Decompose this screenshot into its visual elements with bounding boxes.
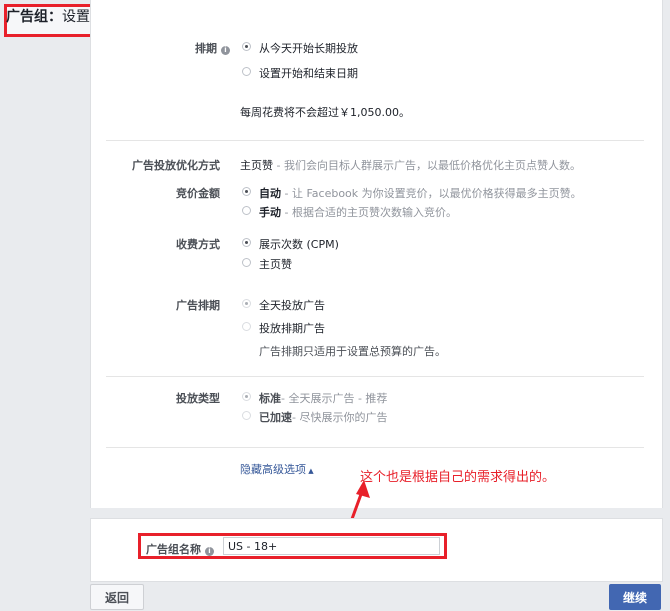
charge-cpm-label[interactable]: 展示次数 (CPM) (259, 236, 339, 252)
optimization-label: 广告投放优化方式 (132, 159, 220, 172)
section-divider (106, 376, 644, 377)
caret-up-icon: ▲ (306, 467, 314, 475)
bid-auto-radio[interactable] (242, 187, 251, 196)
info-icon[interactable]: i (221, 46, 230, 55)
charge-cpm-radio[interactable] (242, 238, 251, 247)
delivery-standard-label[interactable]: 标准- 全天展示广告 - 推荐 (259, 390, 387, 406)
schedule-label: 排期 i (100, 40, 230, 56)
charge-pagelike-radio[interactable] (242, 258, 251, 267)
bid-manual-label[interactable]: 手动 - 根据合适的主页赞次数输入竞价。 (259, 204, 457, 220)
optimization-value: 主页赞 - 我们会向目标人群展示广告，以最低价格优化主页点赞人数。 (240, 159, 581, 172)
bid-amount-label: 竞价金额 (176, 187, 220, 200)
weekly-spend-note: 每周花费将不会超过￥1,050.00。 (240, 106, 410, 119)
continue-button[interactable]: 继续 (609, 584, 661, 610)
charge-method-label: 收费方式 (176, 238, 220, 251)
charge-pagelike-label[interactable]: 主页赞 (259, 256, 292, 272)
section-divider (106, 447, 644, 448)
delivery-accelerated-radio[interactable] (242, 411, 251, 420)
adset-settings-card (90, 0, 663, 508)
schedule-ongoing-radio[interactable] (242, 42, 251, 51)
section-divider (106, 140, 644, 141)
hide-advanced-options-link[interactable]: 隐藏高级选项 ▲ (240, 461, 314, 477)
schedule-daterange-radio[interactable] (242, 67, 251, 76)
bid-auto-label[interactable]: 自动 - 让 Facebook 为你设置竞价，以最优价格获得最多主页赞。 (259, 185, 582, 201)
annotation-text: 这个也是根据自己的需求得出的。 (360, 470, 556, 485)
ad-schedule-alltime-radio[interactable] (242, 299, 251, 308)
ad-scheduling-label: 广告排期 (176, 299, 220, 312)
delivery-type-label: 投放类型 (176, 392, 220, 405)
ad-schedule-alltime-label[interactable]: 全天投放广告 (259, 297, 325, 313)
adset-name-label: 广告组名称 i (146, 541, 214, 557)
adset-name-input[interactable] (223, 537, 440, 555)
ad-schedule-note: 广告排期只适用于设置总预算的广告。 (259, 345, 446, 358)
delivery-accelerated-label[interactable]: 已加速- 尽快展示你的广告 (259, 409, 387, 425)
info-icon[interactable]: i (205, 547, 214, 556)
delivery-standard-radio[interactable] (242, 392, 251, 401)
ad-schedule-custom-radio[interactable] (242, 322, 251, 331)
ad-schedule-custom-label[interactable]: 投放排期广告 (259, 320, 325, 336)
schedule-daterange-label[interactable]: 设置开始和结束日期 (259, 65, 358, 81)
back-button[interactable]: 返回 (90, 584, 144, 610)
schedule-ongoing-label[interactable]: 从今天开始长期投放 (259, 40, 358, 56)
bid-manual-radio[interactable] (242, 206, 251, 215)
